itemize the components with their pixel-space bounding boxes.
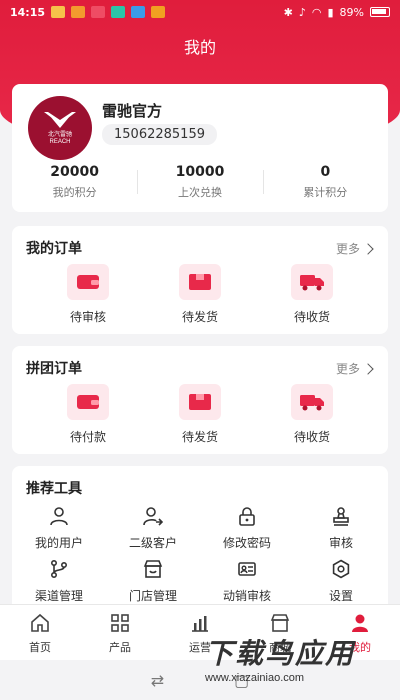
my-orders-card: 我的订单 更多 待审核 待发货 待收货 [12,226,388,334]
stat-label: 上次兑换 [177,186,222,199]
brand-wing-icon [44,112,76,128]
logo-text-en: REACH [49,139,71,145]
group-pending-ship[interactable]: 待发货 [160,384,240,445]
tool-store-management[interactable]: 门店管理 [106,559,200,604]
tool-label: 设置 [328,589,353,603]
more-link[interactable]: 更多 [335,360,374,377]
order-pending-review[interactable]: 待审核 [48,264,128,325]
status-time: 14:15 [10,5,46,19]
stat-total-points[interactable]: 0 累计积分 [262,164,388,200]
profile-icon [352,614,368,632]
profile-phone: 15062285159 [102,124,217,145]
tile-label: 待付款 [69,430,106,444]
shop-icon [270,614,290,632]
tile-label: 待发货 [181,310,218,324]
stat-label: 我的积分 [52,186,97,199]
tab-home[interactable]: 首页 [0,605,80,660]
tool-sales-review[interactable]: 动销审核 [200,559,294,604]
tool-change-password[interactable]: 修改密码 [200,506,294,551]
order-pending-receive[interactable]: 待收货 [272,264,352,325]
channel-icon [50,559,68,579]
section-title: 推荐工具 [26,481,82,497]
more-link[interactable]: 更多 [335,240,374,257]
tool-my-users[interactable]: 我的用户 [12,506,106,551]
stamp-icon [333,507,349,526]
stat-value: 0 [320,164,331,180]
lock-icon [239,507,255,526]
points-stats: 20000 我的积分 10000 上次兑换 0 累计积分 [12,164,388,200]
group-pending-payment[interactable]: 待付款 [48,384,128,445]
tile-label: 待收货 [293,430,330,444]
truck-icon [291,264,333,300]
user-icon [50,507,68,526]
chart-icon [192,616,208,632]
cloud-notification-icon [131,6,146,18]
wallet-icon [67,384,109,420]
app-notification-icon [71,6,86,18]
home-icon [31,613,49,632]
mute-icon: ♪ [298,5,306,19]
settings-icon [332,559,350,579]
profile-name: 雷驰官方 [102,102,163,120]
battery-icon [370,7,390,17]
status-bar: 14:15 ✱ ♪ ◠ ▮ 89% [0,0,400,24]
section-title: 拼团订单 [26,361,82,377]
user-share-icon [143,507,164,526]
battery-text: 89% [339,5,364,19]
logo-text-cn: 北汽雷驰 [47,132,72,138]
bluetooth-icon: ✱ [283,5,293,19]
stat-my-points[interactable]: 20000 我的积分 [12,164,137,200]
stat-label: 累计积分 [303,186,348,199]
tool-label: 审核 [328,536,353,550]
section-title: 我的订单 [26,241,82,257]
truck-icon [291,384,333,420]
group-pending-receive[interactable]: 待收货 [272,384,352,445]
tool-settings[interactable]: 设置 [294,559,388,604]
chevron-right-icon [362,362,374,375]
package-icon [179,264,221,300]
tool-label: 动销审核 [222,589,271,603]
tile-label: 待收货 [293,310,330,324]
profile-card: 北汽雷驰 REACH 雷驰官方 15062285159 20000 我的积分 1… [12,84,388,212]
tool-review[interactable]: 审核 [294,506,388,551]
brand-logo: 北汽雷驰 REACH [28,96,92,160]
page-title: 我的 [183,38,216,57]
stat-value: 10000 [175,164,225,180]
more-label: 更多 [335,362,360,376]
stat-last-redeem[interactable]: 10000 上次兑换 [137,164,262,200]
grid-icon [111,614,129,632]
watermark-title: 下载鸟应用 [205,637,356,670]
order-pending-ship[interactable]: 待发货 [160,264,240,325]
id-card-icon [238,562,256,576]
switch-app-icon[interactable]: ⇄ [151,671,164,690]
watermark-url: www.xiazainiao.com [205,672,305,684]
tool-label: 我的用户 [34,536,83,550]
tab-label: 首页 [29,641,51,654]
tool-label: 门店管理 [128,589,177,603]
warning-notification-icon [151,6,166,18]
tile-label: 待审核 [69,310,106,324]
tool-label: 二级客户 [128,536,177,550]
tool-label: 渠道管理 [34,589,83,603]
group-orders-card: 拼团订单 更多 待付款 待发货 待收货 [12,346,388,454]
calendar-notification-icon [91,6,106,18]
signal-icon: ▮ [327,5,334,19]
watermark: 下载鸟应用 www.xiazainiao.com [205,632,395,696]
package-icon [179,384,221,420]
tile-label: 待发货 [181,430,218,444]
tool-secondary-customers[interactable]: 二级客户 [106,506,200,551]
store-icon [143,560,163,578]
tool-channel-management[interactable]: 渠道管理 [12,559,106,604]
chevron-right-icon [362,242,374,255]
tab-products[interactable]: 产品 [80,605,160,660]
wallet-icon [67,264,109,300]
folder-notification-icon [51,6,66,18]
tab-label: 产品 [109,641,131,654]
wifi-icon: ◠ [311,5,322,19]
tool-label: 修改密码 [222,536,271,550]
scan-notification-icon [111,6,126,18]
more-label: 更多 [335,242,360,256]
tools-card: 推荐工具 我的用户 二级客户 修改密码 审核 渠道管理 门店管理 动销审核 设置 [12,466,388,616]
stat-value: 20000 [50,164,100,180]
